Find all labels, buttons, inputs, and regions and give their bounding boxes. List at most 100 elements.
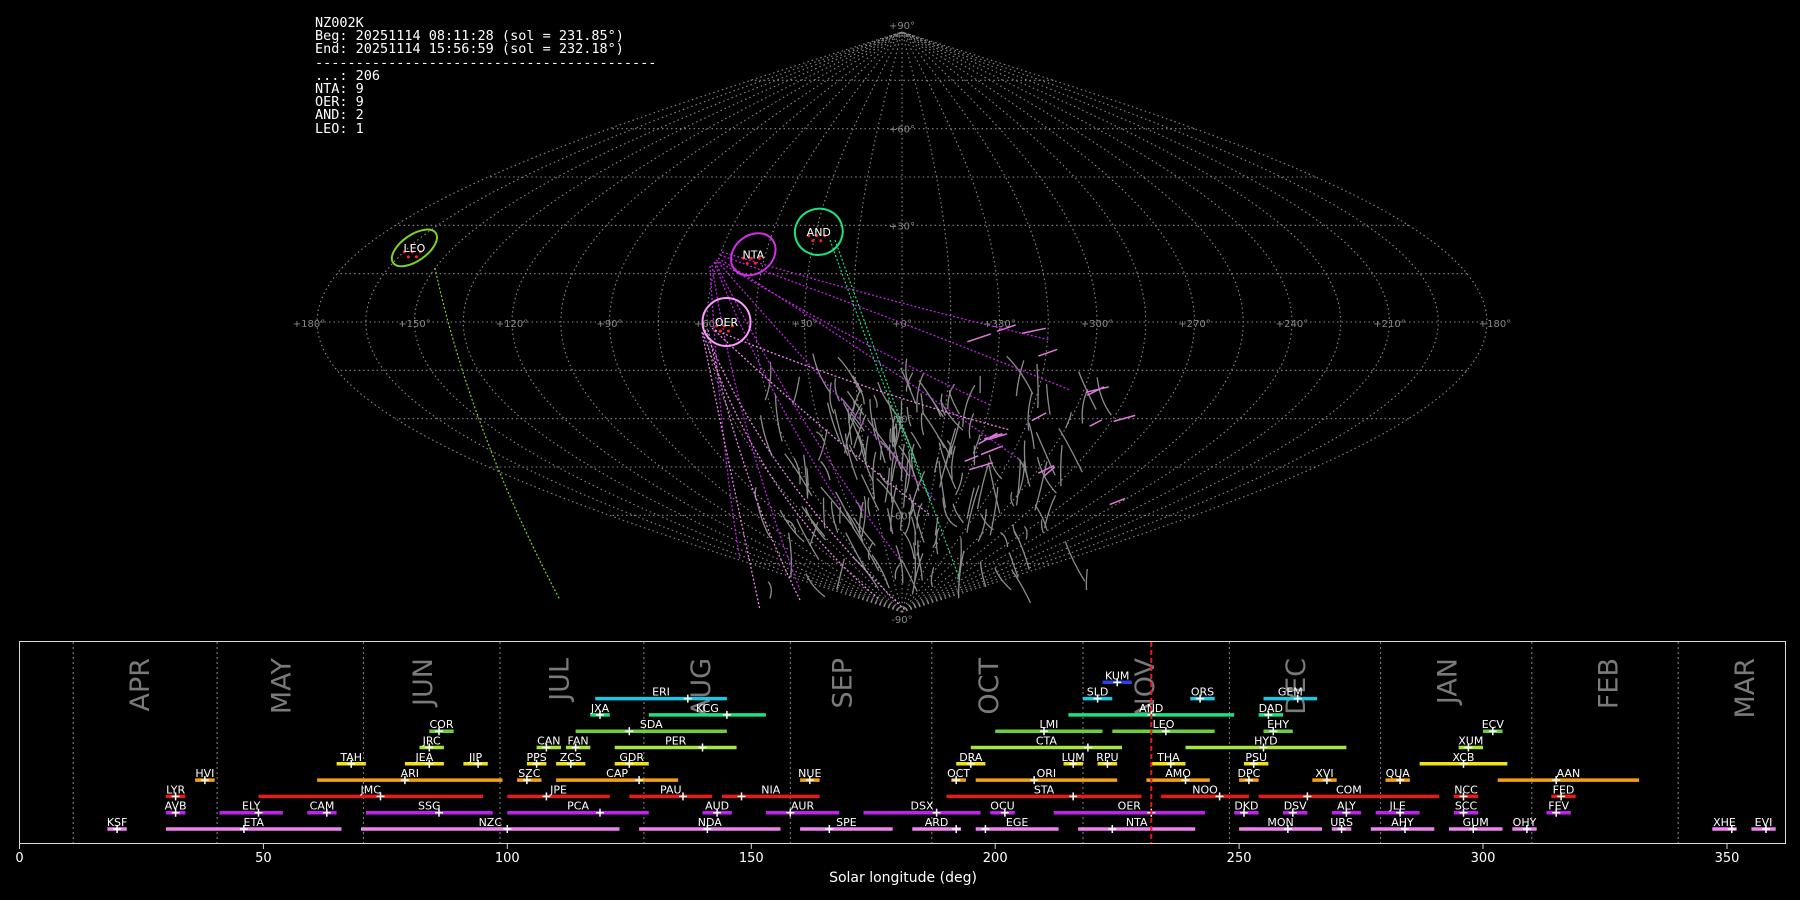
meteor-trail [1036,363,1039,409]
meteor-trail [873,394,878,408]
shower-label: JIP [468,751,482,764]
shower-ecv: ECV [1482,718,1505,736]
shower-pau: PAU [629,783,713,801]
meteor-trail [1044,495,1057,528]
meteor-trail [980,561,987,588]
radiant-point [727,329,730,333]
longitude-label: +300° [1081,319,1113,330]
shower-label: NDA [698,816,723,829]
shower-label: ARD [925,816,949,829]
shower-nta: NTA [1078,816,1196,833]
shower-label: NTA [1126,816,1148,829]
shower-jxa: JXA [590,702,610,719]
shower-aur: AUR [765,800,840,817]
meteor-trail [1021,327,1046,335]
shower-label: ECV [1482,718,1505,731]
shower-label: FED [1553,783,1575,796]
shower-ori: ORI [975,767,1118,785]
oer-trail [701,331,761,611]
shower-ocu: OCU [990,800,1015,817]
shower-cta: CTA [970,735,1122,752]
longitude-label: +120° [496,319,528,330]
meteor-trail [1065,412,1072,429]
meteor-trail [944,510,958,528]
x-axis: 0 50 100 150 200 250 300 350 [15,844,1739,866]
shower-label: EVI [1755,816,1773,829]
shower-dad: DAD [1258,702,1283,719]
shower-dpc: DPC [1238,767,1261,785]
shower-label: KSF [107,816,128,829]
shower-dsx: DSX [863,800,981,817]
shower-gdr: GDR [614,751,649,768]
shower-label: JMC [359,783,381,796]
shower-amo: AMO [1146,767,1210,785]
shower-fev: FEV [1546,800,1571,817]
sky-map: +180° +150° +120° +90° +60° +30° +0° +330° +300°… [293,21,1511,626]
shower-ely: ELY [219,800,283,817]
meteor-trail [930,567,935,588]
shower-mon: MON [1239,816,1322,833]
shower-label: AVB [165,800,187,813]
shower-ksf: KSF [107,816,128,833]
x-tick-label: 350 [1715,851,1740,866]
month-label: JUN [408,658,439,708]
meteor-trail [902,531,915,560]
shower-jmc: JMC [258,783,483,801]
shower-label: LYR [166,783,185,796]
shower-nia: NIA [722,783,820,801]
meteor-trail [764,361,772,401]
x-tick-label: 250 [1227,851,1252,866]
longitude-label: +240° [1276,319,1308,330]
shower-pca: PCA [507,800,649,817]
shower-label: DSX [911,800,934,813]
shower-psu: PSU [1244,751,1269,768]
shower-tah: TAH [336,751,366,768]
radiant-nta: NTA [730,232,777,277]
meteor-trail [837,356,861,393]
shower-noo: NOO [1161,783,1249,801]
shower-label: HYD [1254,735,1277,748]
shower-label: PSU [1245,751,1267,764]
shower-label: AUD [705,800,729,813]
radiant-leo: LEO [390,228,438,268]
shower-xhe: XHE [1712,816,1737,833]
shower-label: AHY [1391,816,1414,829]
shower-label: XHE [1713,816,1736,829]
shower-gum: GUM [1448,816,1503,833]
shower-cor: COR [429,718,454,736]
meteor-trail [846,390,865,416]
longitude-label: +270° [1178,319,1210,330]
shower-label: DSV [1284,800,1307,813]
shower-label: EGE [1006,816,1028,829]
meteor-trail [826,402,841,442]
meteor-trail [1045,384,1051,415]
x-tick-label: 300 [1471,851,1496,866]
shower-label: NUE [798,767,821,780]
shower-label: ORI [1037,767,1057,780]
meteor-trail [1040,520,1045,534]
shower-label: JEA [415,751,434,764]
shower-label: KCG [696,702,719,715]
shower-ard: ARD [912,816,961,833]
shower-label: LUM [1062,751,1085,764]
shower-label: CAP [606,767,628,780]
x-tick-label: 200 [983,851,1008,866]
shower-nda: NDA [639,816,781,833]
meteor-trail [1058,427,1083,473]
shower-oct: OCT [947,767,970,785]
shower-label: SZC [518,767,541,780]
longitude-label: +180° [1479,319,1511,330]
latitude-label: +60° [889,125,915,136]
shower-aan: AAN [1497,767,1640,785]
shower-label: JLE [1389,800,1406,813]
meteor-trail [858,442,863,458]
shower-aud: AUD [702,800,732,817]
shower-label: SDA [640,718,663,731]
shower-leo: LEO [1112,718,1215,736]
shower-label: CAN [537,735,560,748]
shower-label: AAN [1557,767,1581,780]
shower-ncc: NCC [1453,783,1479,801]
meteor-trail [1023,525,1028,540]
shower-jle: JLE [1375,800,1420,817]
shower-label: LMI [1039,718,1058,731]
